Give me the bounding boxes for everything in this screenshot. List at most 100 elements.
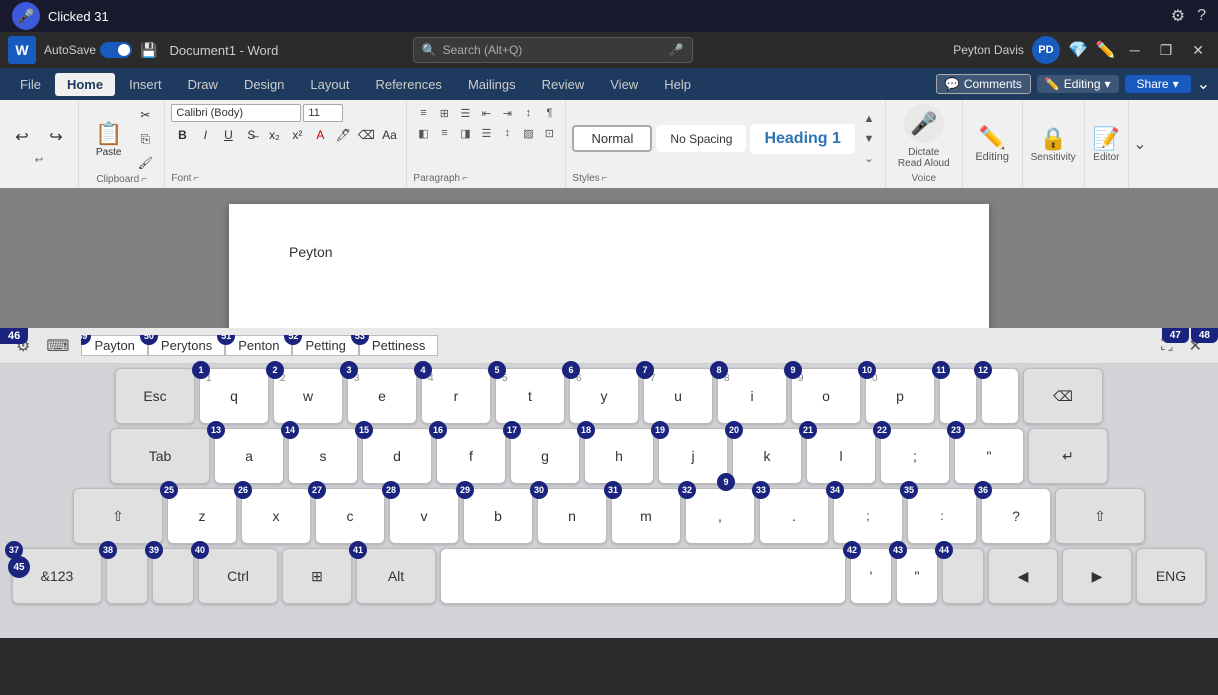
mic-button[interactable]: 🎤: [12, 2, 40, 30]
key-semicolon[interactable]: 22 ;: [880, 428, 950, 484]
key-d[interactable]: 15 d: [362, 428, 432, 484]
key-y[interactable]: 6 6y: [569, 368, 639, 424]
key-s[interactable]: 14 s: [288, 428, 358, 484]
key-n[interactable]: 30 n: [537, 488, 607, 544]
key-shift-right[interactable]: ⇧: [1055, 488, 1145, 544]
key-39[interactable]: 39: [152, 548, 194, 604]
tab-file[interactable]: File: [8, 73, 53, 96]
increase-indent-button[interactable]: ⇥: [497, 104, 517, 122]
italic-button[interactable]: I: [194, 124, 216, 146]
key-x[interactable]: 26 x: [241, 488, 311, 544]
key-o[interactable]: 9 9o: [791, 368, 861, 424]
shading-button[interactable]: ▨: [518, 124, 538, 142]
dictate-button[interactable]: 🎤: [904, 104, 944, 143]
subscript-button[interactable]: x₂: [263, 124, 285, 146]
tab-draw[interactable]: Draw: [176, 73, 230, 96]
clipboard-expand-icon[interactable]: ⌐: [141, 174, 147, 185]
tab-design[interactable]: Design: [232, 73, 296, 96]
key-left-arrow[interactable]: ◀: [988, 548, 1058, 604]
editing-mode-button[interactable]: ✏️ Editing ▾: [1037, 75, 1119, 93]
suggestion-petting[interactable]: 52 Petting: [292, 335, 358, 356]
align-right-button[interactable]: ◨: [455, 124, 475, 142]
cut-button[interactable]: ✂: [134, 104, 156, 126]
search-box[interactable]: 🔍 Search (Alt+Q) 🎤: [413, 37, 693, 63]
collapse-ribbon-icon[interactable]: ⌄: [1197, 74, 1210, 94]
suggestion-pettiness[interactable]: 53 Pettiness: [359, 335, 438, 356]
undo-button[interactable]: ↩: [6, 123, 38, 151]
key-t[interactable]: 5 5t: [495, 368, 565, 424]
key-space[interactable]: [440, 548, 846, 604]
key-colon2[interactable]: 35 :: [907, 488, 977, 544]
suggestion-payton[interactable]: 49 Payton: [81, 335, 147, 356]
key-i[interactable]: 8 8i: [717, 368, 787, 424]
key-shift-left[interactable]: ⇧: [73, 488, 163, 544]
key-question[interactable]: 36 ?: [981, 488, 1051, 544]
key-e[interactable]: 3 3e: [347, 368, 417, 424]
key-period[interactable]: 33 .: [759, 488, 829, 544]
minimize-button[interactable]: ─: [1124, 42, 1146, 58]
key-11[interactable]: 11: [939, 368, 977, 424]
font-size-selector[interactable]: 11: [303, 104, 343, 122]
font-name-selector[interactable]: Calibri (Body): [171, 104, 301, 122]
decrease-indent-button[interactable]: ⇤: [476, 104, 496, 122]
key-f[interactable]: 16 f: [436, 428, 506, 484]
bullets-button[interactable]: ≡: [413, 104, 433, 122]
strikethrough-button[interactable]: S̶: [240, 124, 262, 146]
highlight-button[interactable]: 🖊: [332, 124, 354, 146]
key-w[interactable]: 2 2w: [273, 368, 343, 424]
key-g[interactable]: 17 g: [510, 428, 580, 484]
styles-expand-icon[interactable]: ⌐: [602, 173, 608, 184]
key-38[interactable]: 38: [106, 548, 148, 604]
restore-button[interactable]: ❐: [1154, 42, 1179, 59]
paste-button[interactable]: 📋 Paste: [87, 117, 130, 162]
key-q[interactable]: 1 1q: [199, 368, 269, 424]
key-l[interactable]: 21 l: [806, 428, 876, 484]
tab-help[interactable]: Help: [652, 73, 703, 96]
key-win[interactable]: ⊞: [282, 548, 352, 604]
show-hide-button[interactable]: ¶: [539, 104, 559, 122]
key-123[interactable]: 37 &123: [12, 548, 102, 604]
align-left-button[interactable]: ◧: [413, 124, 433, 142]
font-color-button[interactable]: A: [309, 124, 331, 146]
key-k[interactable]: 20 k: [732, 428, 802, 484]
key-j[interactable]: 19 j 9: [658, 428, 728, 484]
key-c[interactable]: 27 c: [315, 488, 385, 544]
key-colon[interactable]: 34 ;: [833, 488, 903, 544]
key-tab[interactable]: Tab: [110, 428, 210, 484]
suggestion-penton[interactable]: 51 Penton: [225, 335, 292, 356]
styles-scroll-down[interactable]: ▼: [859, 130, 879, 148]
redo-button[interactable]: ↪: [40, 123, 72, 151]
key-42[interactable]: 42 ': [850, 548, 892, 604]
key-esc[interactable]: Esc: [115, 368, 195, 424]
justify-button[interactable]: ☰: [476, 124, 496, 142]
clear-format-button[interactable]: ⌫: [355, 124, 377, 146]
key-b[interactable]: 29 b: [463, 488, 533, 544]
sort-button[interactable]: ↕: [518, 104, 538, 122]
key-right-arrow[interactable]: ▶: [1062, 548, 1132, 604]
copy-button[interactable]: ⎘: [134, 128, 156, 150]
key-a[interactable]: 13 a: [214, 428, 284, 484]
suggestion-perytons[interactable]: 50 Perytons: [148, 335, 225, 356]
key-quote[interactable]: 23 ": [954, 428, 1024, 484]
bold-button[interactable]: B: [171, 124, 193, 146]
document-page[interactable]: Peyton: [229, 204, 989, 328]
styles-expand[interactable]: ⌄: [859, 150, 879, 168]
editing-button[interactable]: ✏️: [978, 125, 1005, 151]
save-icon[interactable]: 💾: [140, 42, 157, 59]
format-painter-button[interactable]: 🖌: [134, 152, 156, 174]
style-normal[interactable]: Normal: [572, 125, 652, 152]
key-p[interactable]: 10 0p: [865, 368, 935, 424]
tab-home[interactable]: Home: [55, 73, 115, 96]
styles-scroll-up[interactable]: ▲: [859, 110, 879, 128]
multilevel-button[interactable]: ☰: [455, 104, 475, 122]
ribbon-more-button[interactable]: ⌄: [1133, 134, 1146, 154]
key-ctrl[interactable]: 40 Ctrl: [198, 548, 278, 604]
paragraph-expand-icon[interactable]: ⌐: [462, 173, 468, 184]
tab-insert[interactable]: Insert: [117, 73, 174, 96]
keyboard-icon[interactable]: ⌨: [42, 332, 73, 360]
key-lang[interactable]: ENG: [1136, 548, 1206, 604]
change-case-button[interactable]: Aa: [378, 124, 400, 146]
key-z[interactable]: 25 z: [167, 488, 237, 544]
key-43[interactable]: 43 ": [896, 548, 938, 604]
tab-review[interactable]: Review: [530, 73, 597, 96]
